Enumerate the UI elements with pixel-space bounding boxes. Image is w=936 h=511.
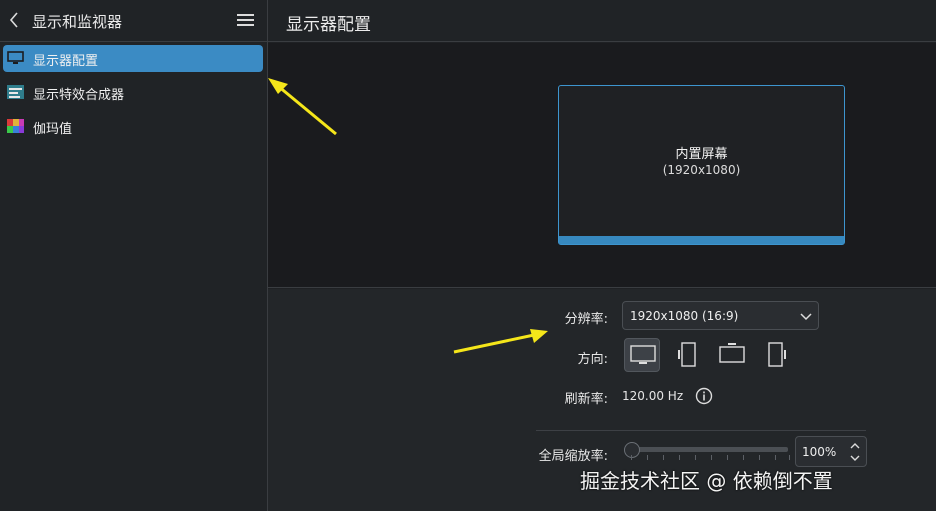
portrait-left-monitor-icon <box>678 342 696 367</box>
chevron-left-icon <box>9 12 18 28</box>
scale-value: 100% <box>802 445 837 459</box>
main-header: 显示器配置 <box>268 0 936 42</box>
screen-name: 内置屏幕 <box>675 147 728 162</box>
info-icon[interactable] <box>695 387 713 405</box>
orientation-landscape-button[interactable] <box>624 338 660 372</box>
scale-slider-track[interactable] <box>628 447 788 452</box>
landscape-monitor-icon <box>630 345 656 364</box>
orientation-flipped-button[interactable] <box>714 338 750 372</box>
sidebar-item-label: 显示器配置 <box>33 54 99 69</box>
orientation-portrait-left-button[interactable] <box>669 338 705 372</box>
sidebar-item-display-config[interactable]: 显示器配置 <box>3 45 263 72</box>
screen-resolution: (1920x1080) <box>662 163 741 177</box>
screen-selection-bar <box>559 236 844 244</box>
hamburger-menu-button[interactable] <box>236 12 256 30</box>
annotation-arrow-icon <box>453 329 548 354</box>
menu-icon-line <box>237 14 254 16</box>
portrait-right-monitor-icon <box>768 342 786 367</box>
menu-icon-line <box>237 24 254 26</box>
chevron-down-icon <box>800 313 812 321</box>
sidebar-header: 显示和监视器 <box>0 0 267 42</box>
scale-spinbox[interactable]: 100% <box>795 436 867 467</box>
refresh-rate-label: 刷新率: <box>564 392 608 407</box>
watermark-text: 掘金技术社区 @ 依赖倒不置 <box>580 469 833 493</box>
flipped-monitor-icon <box>719 343 745 363</box>
sidebar-item-label: 显示特效合成器 <box>33 88 125 103</box>
orientation-portrait-right-button[interactable] <box>759 338 795 372</box>
compositor-icon <box>7 85 24 99</box>
global-scale-label: 全局缩放率: <box>538 449 608 464</box>
spin-arrows-icon[interactable] <box>849 440 861 464</box>
screen-preview[interactable]: 内置屏幕 (1920x1080) <box>558 85 845 245</box>
resolution-dropdown[interactable]: 1920x1080 (16:9) <box>622 301 819 330</box>
scale-slider-ticks <box>631 455 791 461</box>
annotation-arrow-icon <box>268 78 337 136</box>
page-title: 显示器配置 <box>286 15 371 35</box>
sidebar-item-compositor[interactable]: 显示特效合成器 <box>3 79 263 106</box>
resolution-value: 1920x1080 (16:9) <box>630 309 739 323</box>
sidebar-item-label: 伽玛值 <box>33 122 73 137</box>
divider <box>536 430 866 431</box>
refresh-rate-value: 120.00 Hz <box>622 389 684 403</box>
back-button[interactable] <box>8 10 28 32</box>
sidebar-item-gamma[interactable]: 伽玛值 <box>3 113 263 140</box>
sidebar-title: 显示和监视器 <box>32 13 123 31</box>
gamma-icon <box>7 119 24 133</box>
monitor-icon <box>7 51 24 64</box>
sidebar: 显示和监视器 显示器配置 显示特效合成器 伽玛值 <box>0 0 268 511</box>
menu-icon-line <box>237 19 254 21</box>
display-preview-area: 内置屏幕 (1920x1080) <box>268 43 936 288</box>
